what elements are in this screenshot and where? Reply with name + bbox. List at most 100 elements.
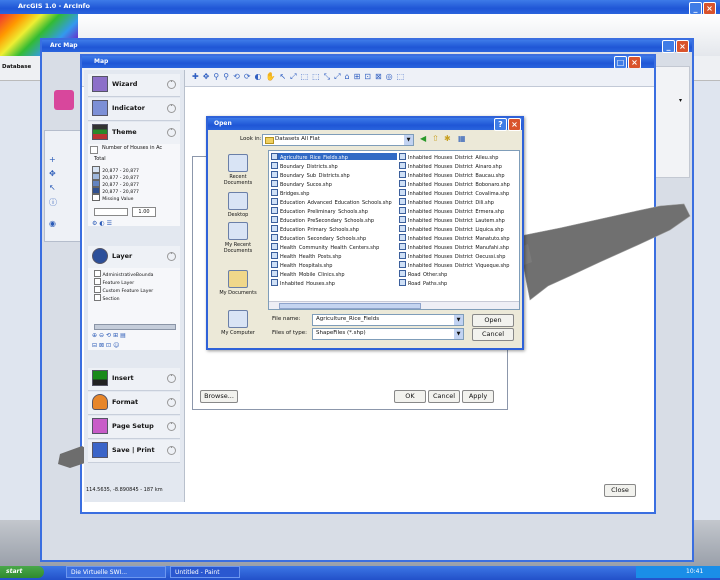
file-item[interactable]: Inhabited_Houses_District_Ainaro.shp (399, 162, 517, 169)
file-item[interactable]: Inhabited_Houses_District_Dili.shp (399, 198, 517, 205)
chevron-down-icon[interactable]: ▼ (454, 329, 463, 339)
file-item[interactable]: Health_Community_Health_Centers.shp (271, 243, 397, 250)
chevron-down-icon[interactable]: ▼ (404, 135, 413, 145)
file-item[interactable]: Education_PreSecondary_Schools.shp (271, 216, 397, 223)
chevron-icon[interactable]: ˅ (167, 422, 176, 431)
layer-item[interactable]: AdministrativeBounda (94, 270, 153, 278)
layer-checkbox[interactable] (94, 270, 101, 277)
chevron-icon[interactable]: ˅ (167, 446, 176, 455)
sidebar-format[interactable]: Format ˅ (88, 392, 180, 415)
map-window-title: Map (94, 58, 109, 65)
layer-checkbox[interactable] (94, 286, 101, 293)
file-item[interactable]: Inhabited_Houses_District_Liquica.shp (399, 225, 517, 232)
map-tools-icon[interactable]: ✚✥⚲⚲⟲⟳◐✋↖⤢⬚⬚⤡⤢⌂⊞⊡⊠◎⬚ (192, 72, 408, 82)
file-item[interactable]: Boundary_Sucos.shp (271, 180, 397, 187)
file-item[interactable]: Health_Health_Posts.shp (271, 252, 397, 259)
layer-item[interactable]: Feature Layer (94, 278, 153, 286)
open-button[interactable]: Open (472, 314, 514, 327)
file-item[interactable]: Education_Secondary_Schools.shp (271, 234, 397, 241)
file-item[interactable]: Inhabited_Houses_District_Covalima.shp (399, 189, 517, 196)
pan-icon[interactable]: ✥ (49, 169, 56, 178)
taskbar-item[interactable]: Die Virtuelle SWI... (66, 566, 166, 578)
file-item[interactable]: Inhabited_Houses_District_Aileu.shp (399, 153, 517, 160)
place-desktop[interactable]: Desktop (216, 192, 260, 218)
place-recent-documents[interactable]: Recent Documents (216, 154, 260, 186)
file-item[interactable]: Inhabited_Houses_District_Bobonaro.shp (399, 180, 517, 187)
chevron-icon[interactable]: ˅ (167, 104, 176, 113)
layer-checkbox[interactable] (94, 294, 101, 301)
zoom-in-icon[interactable]: + (49, 155, 56, 164)
file-list[interactable]: Agriculture_Rice_Fields.shp Boundary_Dist… (268, 150, 520, 310)
globe-icon[interactable]: ◉ (49, 219, 56, 228)
theme-checkbox[interactable] (90, 146, 98, 154)
help-button[interactable]: ? (494, 118, 507, 131)
tool-window-close-button[interactable]: × (676, 40, 689, 53)
tool-window-minimize-button[interactable]: _ (662, 40, 675, 53)
file-item[interactable]: Boundary_Districts.shp (271, 162, 397, 169)
file-item[interactable]: Education_Primary_Schools.shp (271, 225, 397, 232)
horizontal-scrollbar[interactable] (269, 301, 519, 309)
theme-tools-icon[interactable]: ⚙◐☰ (92, 220, 114, 227)
place-my-recent-documents[interactable]: My Recent Documents (216, 222, 260, 254)
legend-swatch (92, 187, 100, 194)
layer-item[interactable]: Section (94, 294, 153, 302)
identify-icon[interactable]: ⓘ (49, 197, 57, 208)
layer-tools-icon[interactable]: ⊕⊖⟲⊞▤ (92, 332, 128, 339)
sidebar-indicator[interactable]: Indicator ˅ (88, 98, 180, 121)
layer-tools-2-icon[interactable]: ⊟⊠⊡☺ (92, 342, 121, 349)
place-my-documents[interactable]: My Documents (216, 270, 260, 296)
select-icon[interactable]: ↖ (49, 183, 56, 192)
file-item[interactable]: Inhabited_Houses_District_Manufahi.shp (399, 243, 517, 250)
file-type-select[interactable]: ShapeFiles (*.shp) ▼ (312, 328, 464, 340)
file-item[interactable]: Education_Preliminary_Schools.shp (271, 207, 397, 214)
file-item[interactable]: Education_Advanced_Education_Schools.shp (271, 198, 397, 205)
file-item[interactable]: Inhabited_Houses_District_Manatuto.shp (399, 234, 517, 241)
file-item[interactable]: Bridges.shp (271, 189, 397, 196)
sidebar-layer[interactable]: Layer ˄ (88, 246, 180, 269)
file-item[interactable]: Inhabited_Houses_District_Lautem.shp (399, 216, 517, 223)
sidebar-insert[interactable]: Insert ˅ (88, 368, 180, 391)
line-style-select[interactable] (94, 208, 128, 216)
chevron-down-icon[interactable]: ▾ (679, 97, 682, 104)
chevron-icon[interactable]: ˄ (167, 128, 176, 137)
file-item[interactable]: Health_Mobile_Clinics.shp (271, 270, 397, 277)
chevron-icon[interactable]: ˅ (167, 398, 176, 407)
file-item[interactable]: Inhabited_Houses_District_Oecussi.shp (399, 252, 517, 259)
layer-item[interactable]: Custom Feature Layer (94, 286, 153, 294)
file-item[interactable]: Inhabited_Houses_District_Ermera.shp (399, 207, 517, 214)
file-item[interactable]: Inhabited_Houses_District_Viqueque.shp (399, 261, 517, 268)
scroll-thumb[interactable] (279, 303, 421, 309)
layer-checkbox[interactable] (94, 278, 101, 285)
close-button[interactable]: Close (604, 484, 636, 497)
file-item[interactable]: Health_Hospitals.shp (271, 261, 397, 268)
look-in-select[interactable]: Datasets All Flat ▼ (262, 134, 414, 146)
dialog-cancel-button[interactable]: Cancel (472, 328, 514, 341)
chevron-icon[interactable]: ˅ (167, 374, 176, 383)
place-my-computer[interactable]: My Computer (216, 310, 260, 336)
file-item[interactable]: Inhabited_Houses.shp (271, 279, 397, 286)
sidebar-theme[interactable]: Theme ˄ (88, 122, 180, 145)
layer-slider[interactable] (94, 324, 176, 330)
size-select[interactable]: 1.00 (132, 207, 156, 217)
up-folder-icon[interactable]: ⇧ (432, 134, 439, 143)
file-item[interactable]: Inhabited_Houses_District_Baucau.shp (399, 171, 517, 178)
back-icon[interactable]: ◀ (420, 134, 426, 143)
open-dialog-close-button[interactable]: × (508, 118, 521, 131)
sidebar-wizard[interactable]: Wizard ˅ (88, 74, 180, 97)
sidebar-page-setup[interactable]: Page Setup ˅ (88, 416, 180, 439)
new-folder-icon[interactable]: ✱ (444, 134, 451, 143)
taskbar-item[interactable]: Untitled - Paint (170, 566, 240, 578)
file-item[interactable]: Boundary_Sub_Districts.shp (271, 171, 397, 178)
chevron-icon[interactable]: ˅ (167, 80, 176, 89)
chevron-down-icon[interactable]: ▼ (454, 315, 463, 325)
file-item[interactable]: Road_Other.shp (399, 270, 517, 277)
start-button[interactable]: start (0, 566, 44, 578)
file-item[interactable]: Road_Paths.shp (399, 279, 517, 286)
save-print-icon (92, 442, 108, 458)
file-name-input[interactable]: Agriculture_Rice_Fields ▼ (312, 314, 464, 326)
legend-swatch (92, 194, 100, 201)
sidebar-save-print[interactable]: Save | Print ˅ (88, 440, 180, 463)
chevron-icon[interactable]: ˄ (167, 252, 176, 261)
file-item[interactable]: Agriculture_Rice_Fields.shp (271, 153, 397, 160)
view-menu-icon[interactable]: ▦ (458, 134, 466, 143)
